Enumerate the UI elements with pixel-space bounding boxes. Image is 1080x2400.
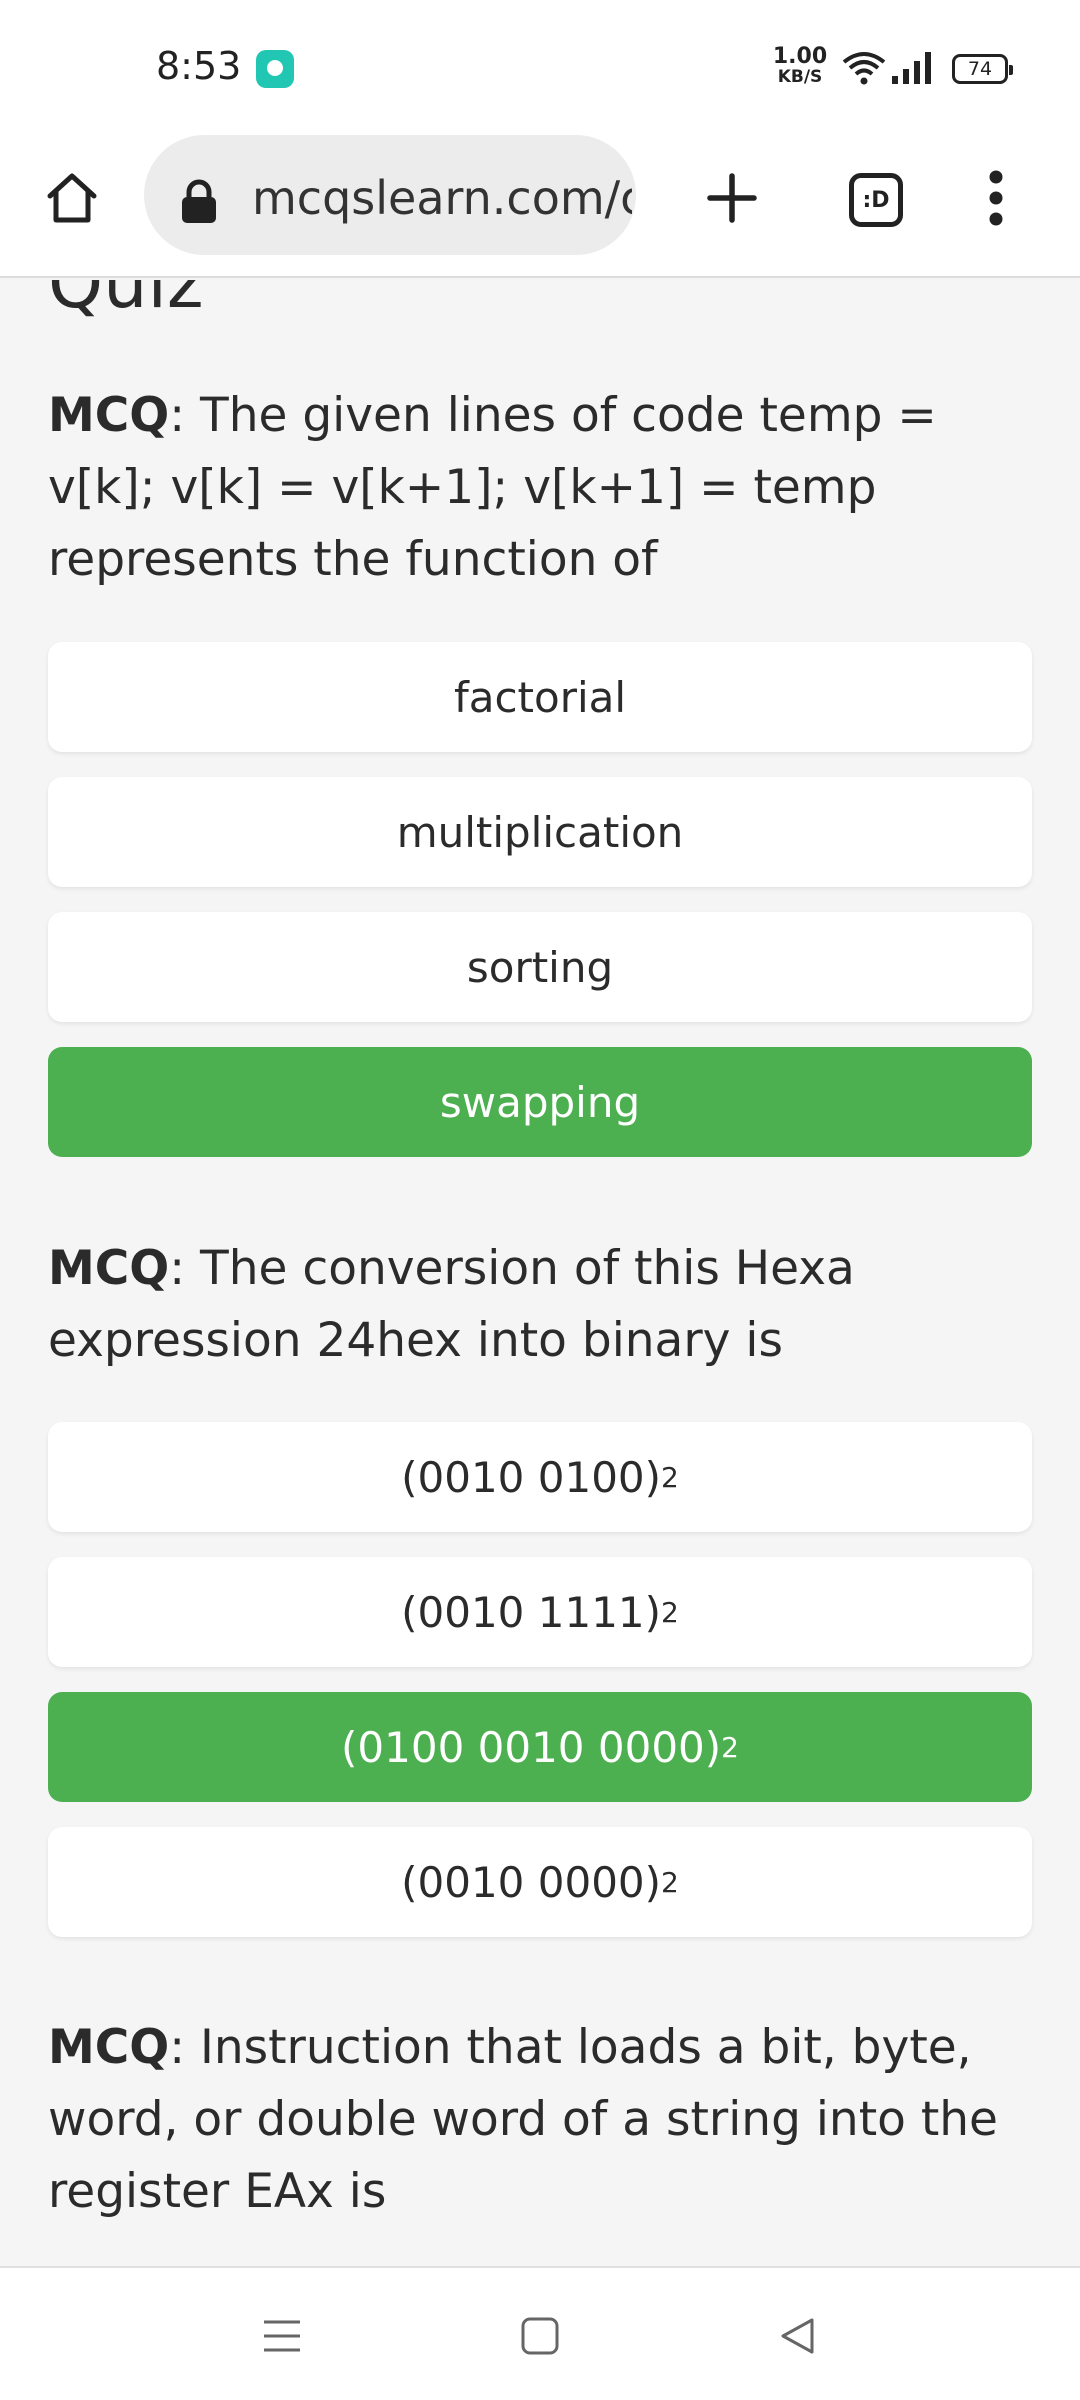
answer-option[interactable]: sorting	[48, 912, 1032, 1022]
home-icon	[42, 168, 102, 232]
tab-switcher-button[interactable]: :D	[836, 160, 916, 240]
answer-option-correct[interactable]: (0100 0010 0000) 2	[48, 1692, 1032, 1802]
menu-icon	[262, 2318, 302, 2358]
option-label: (0010 1111)	[401, 1587, 662, 1637]
page-title: Quiz	[48, 280, 204, 324]
system-nav-bar	[0, 2266, 1080, 2400]
answer-option[interactable]: factorial	[48, 642, 1032, 752]
answer-option[interactable]: (0010 0100) 2	[48, 1422, 1032, 1532]
page-content: Quiz MCQ: The given lines of code temp =…	[0, 280, 1080, 2266]
option-label: (0100 0010 0000)	[341, 1722, 722, 1772]
option-label: factorial	[453, 672, 627, 722]
option-subscript: 2	[721, 1730, 739, 1764]
question-text: MCQ: Instruction that loads a bit, byte,…	[48, 2012, 1038, 2228]
tabs-icon: :D	[849, 173, 903, 227]
option-label: swapping	[439, 1077, 641, 1127]
answer-option[interactable]: (0010 0000) 2	[48, 1827, 1032, 1937]
question-body: : Instruction that loads a bit, byte, wo…	[48, 2020, 998, 2219]
plus-icon	[706, 172, 758, 228]
app-notification-icon	[256, 50, 294, 88]
question-body: : The conversion of this Hexa expression…	[48, 1241, 855, 1368]
lock-icon	[180, 179, 218, 227]
home-button[interactable]	[32, 160, 112, 240]
wifi-icon	[842, 50, 886, 90]
new-tab-button[interactable]	[692, 160, 772, 240]
answer-option[interactable]: multiplication	[48, 777, 1032, 887]
question-text: MCQ: The given lines of code temp = v[k]…	[48, 380, 1038, 596]
screen: 8:53 1.00 KB/S 74 mcqslearn.com/c:D Qui…	[0, 0, 1080, 2400]
recent-apps-button[interactable]	[242, 2298, 322, 2378]
more-vert-icon	[986, 170, 1006, 230]
question-prefix: MCQ	[48, 2020, 170, 2075]
back-nav-button[interactable]	[758, 2298, 838, 2378]
more-menu-button[interactable]	[956, 160, 1036, 240]
signal-icon	[892, 52, 938, 88]
question-prefix: MCQ	[48, 388, 170, 443]
option-label: (0010 0000)	[401, 1857, 662, 1907]
status-bar: 8:53 1.00 KB/S 74	[0, 0, 1080, 130]
url-text: mcqslearn.com/c	[252, 171, 632, 225]
back-icon	[778, 2316, 818, 2360]
home-nav-button[interactable]	[500, 2298, 580, 2378]
question-body: : The given lines of code temp = v[k]; v…	[48, 388, 937, 587]
browser-toolbar: mcqslearn.com/c :D	[0, 130, 1080, 278]
option-label: sorting	[466, 942, 614, 992]
question-text: MCQ: The conversion of this Hexa express…	[48, 1233, 1038, 1377]
battery-icon: 74	[952, 54, 1013, 84]
option-subscript: 2	[661, 1595, 679, 1629]
answer-option[interactable]: (0010 1111) 2	[48, 1557, 1032, 1667]
option-label: (0010 0100)	[401, 1452, 662, 1502]
network-speed: 1.00 KB/S	[772, 46, 828, 86]
option-label: multiplication	[396, 807, 684, 857]
question-prefix: MCQ	[48, 1241, 170, 1296]
url-bar[interactable]: mcqslearn.com/c	[144, 135, 636, 255]
network-speed-value: 1.00	[772, 44, 828, 69]
status-time: 8:53	[156, 44, 242, 88]
option-subscript: 2	[661, 1460, 679, 1494]
network-speed-unit: KB/S	[777, 67, 823, 87]
home-square-icon	[520, 2316, 560, 2360]
answer-option-correct[interactable]: swapping	[48, 1047, 1032, 1157]
option-subscript: 2	[661, 1865, 679, 1899]
